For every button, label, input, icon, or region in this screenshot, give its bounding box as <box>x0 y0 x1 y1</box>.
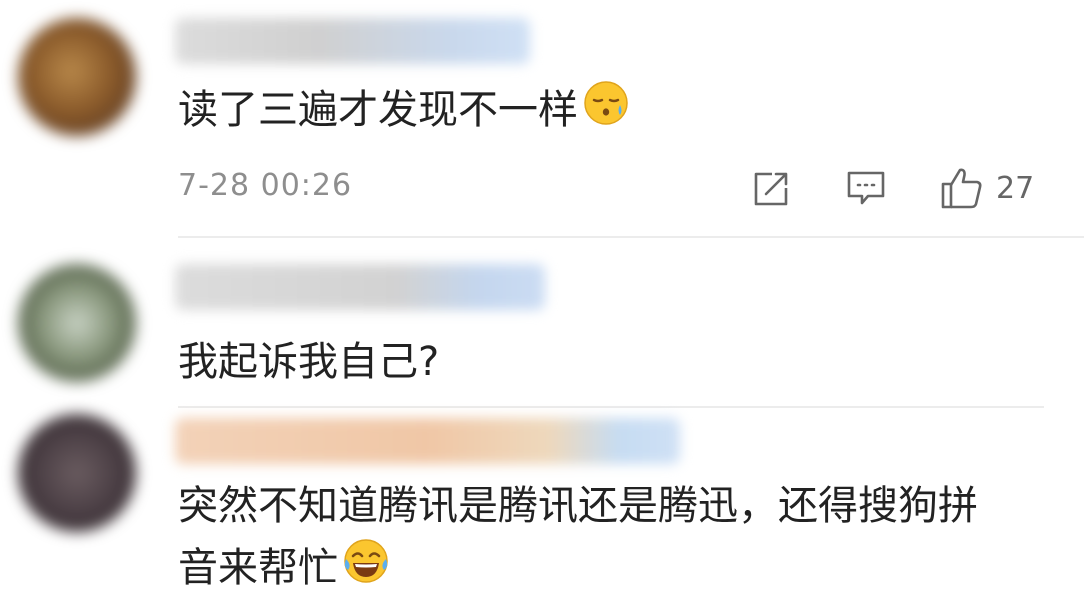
comment-item: 读了三遍才发现不一样 7-28 00:26 27 <box>0 0 1084 238</box>
comment-text: 我起诉我自己? <box>178 339 440 385</box>
comment-item: 我起诉我自己? <box>0 240 1084 400</box>
sweat-face-emoji <box>582 79 630 140</box>
avatar[interactable] <box>18 414 136 532</box>
reply-button[interactable] <box>846 170 886 208</box>
username-blurred[interactable] <box>175 18 530 64</box>
comment-text-line-2: 音来帮忙 <box>178 538 390 598</box>
tears-of-joy-emoji <box>342 537 390 598</box>
username-blurred[interactable] <box>175 418 680 464</box>
avatar[interactable] <box>18 264 136 382</box>
comment-text: 读了三遍才发现不一样 <box>178 80 630 140</box>
comment-text-line-1: 突然不知道腾讯是腾讯还是腾迅，还得搜狗拼 <box>178 483 978 529</box>
divider <box>178 236 1084 238</box>
username-blurred[interactable] <box>175 264 545 310</box>
share-icon <box>754 172 788 206</box>
reply-icon <box>847 171 885 205</box>
share-button[interactable] <box>752 170 790 208</box>
like-button[interactable]: 27 <box>940 166 1034 210</box>
thumbs-up-icon <box>941 168 982 209</box>
comment-text-content: 读了三遍才发现不一样 <box>178 87 578 133</box>
comment-timestamp: 7-28 00:26 <box>178 168 353 203</box>
comment-text-content: 音来帮忙 <box>178 545 338 591</box>
like-count: 27 <box>996 170 1035 206</box>
avatar[interactable] <box>18 18 136 136</box>
comment-item: 突然不知道腾讯是腾讯还是腾迅，还得搜狗拼 音来帮忙 <box>0 408 1084 598</box>
